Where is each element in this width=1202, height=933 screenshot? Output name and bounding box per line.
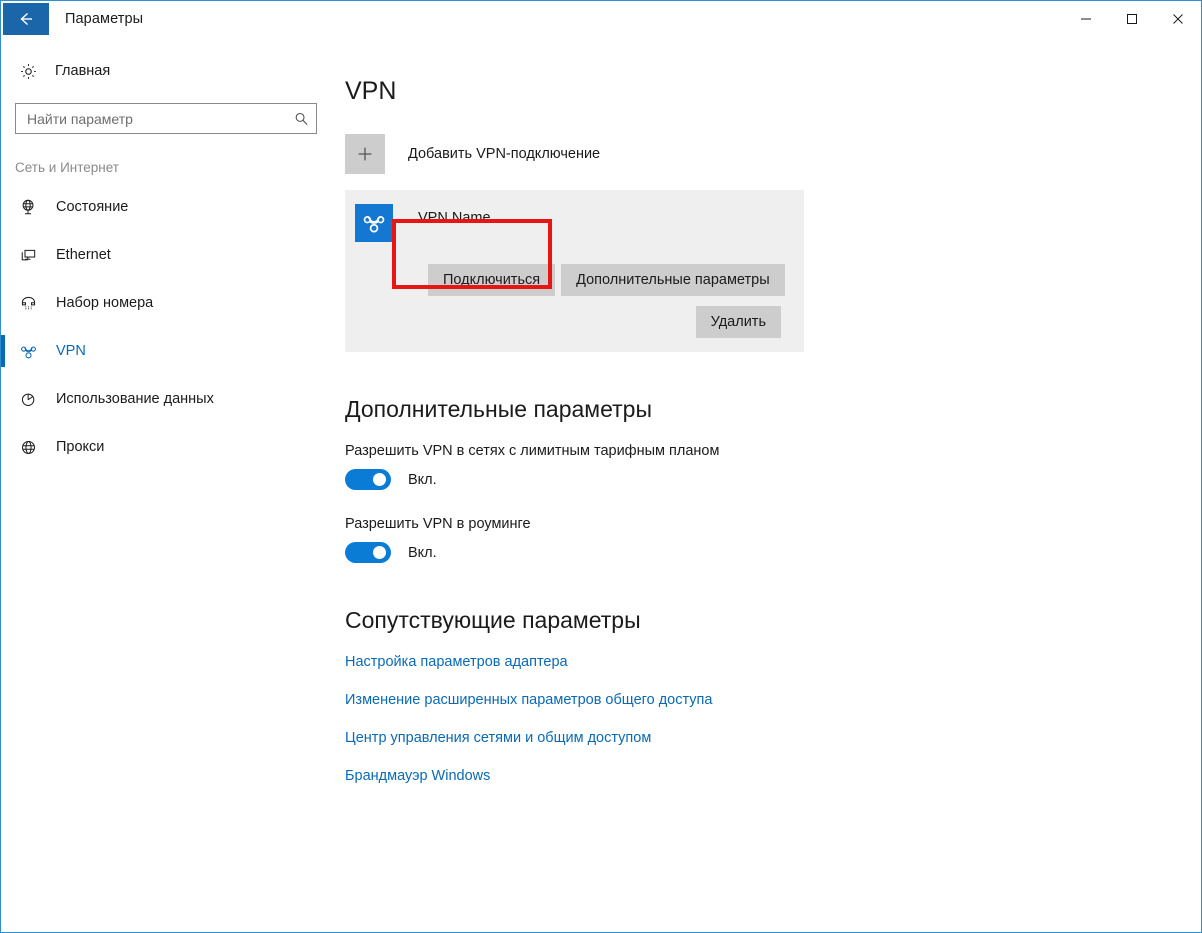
toggle-knob xyxy=(373,546,386,559)
add-vpn-connection-button[interactable]: Добавить VPN-подключение xyxy=(345,134,805,174)
globe-stand-icon xyxy=(19,198,49,217)
search-box[interactable] xyxy=(15,103,317,134)
main-content: VPN Добавить VPN-подключение VPN Name По… xyxy=(335,37,1201,932)
delete-button[interactable]: Удалить xyxy=(695,306,781,338)
globe-icon xyxy=(19,438,49,457)
sidebar: Главная Сеть и Интернет xyxy=(1,37,335,932)
add-vpn-connection-label: Добавить VPN-подключение xyxy=(408,146,601,162)
sidebar-group-title: Сеть и Интернет xyxy=(15,160,119,175)
metered-toggle[interactable] xyxy=(345,469,391,490)
page-title: VPN xyxy=(345,77,397,105)
related-section-title: Сопутствующие параметры xyxy=(345,607,641,633)
window-controls xyxy=(1063,1,1201,37)
roaming-toggle-state: Вкл. xyxy=(408,544,437,561)
sidebar-item-data-usage[interactable]: Использование данных xyxy=(1,375,335,423)
sidebar-item-status-label: Состояние xyxy=(56,199,129,215)
sidebar-item-ethernet-label: Ethernet xyxy=(56,247,111,263)
sidebar-item-vpn-label: VPN xyxy=(56,343,86,359)
vpn-card-actions: Подключиться Дополнительные параметры xyxy=(355,264,792,296)
roaming-setting-row: Вкл. xyxy=(345,542,1201,563)
link-network-sharing-center[interactable]: Центр управления сетями и общим доступом xyxy=(345,730,651,746)
plus-icon xyxy=(345,134,385,174)
link-adapter-settings[interactable]: Настройка параметров адаптера xyxy=(345,654,568,670)
metered-toggle-state: Вкл. xyxy=(408,471,437,488)
vpn-connection-name: VPN Name xyxy=(418,210,491,226)
sidebar-item-status[interactable]: Состояние xyxy=(1,183,335,231)
sidebar-item-data-usage-label: Использование данных xyxy=(56,391,214,407)
settings-window: Параметры Главная Найти параметр Сеть и … xyxy=(0,0,1202,933)
connect-button[interactable]: Подключиться xyxy=(428,264,556,296)
sidebar-item-vpn[interactable]: VPN xyxy=(1,327,335,375)
toggle-knob xyxy=(373,473,386,486)
maximize-icon xyxy=(1127,14,1137,24)
advanced-section-title: Дополнительные параметры xyxy=(345,396,652,422)
roaming-setting-label: Разрешить VPN в роуминге xyxy=(345,516,531,532)
advanced-options-button[interactable]: Дополнительные параметры xyxy=(561,264,785,296)
sidebar-item-ethernet[interactable]: Ethernet xyxy=(1,231,335,279)
close-icon xyxy=(1173,14,1183,24)
minimize-button[interactable] xyxy=(1063,1,1109,37)
sidebar-item-proxy-label: Прокси xyxy=(56,439,105,455)
title-bar: Параметры xyxy=(1,1,1201,37)
metered-setting-row: Вкл. xyxy=(345,469,1201,490)
sidebar-item-home-label: Главная xyxy=(55,63,111,79)
sidebar-item-proxy[interactable]: Прокси xyxy=(1,423,335,471)
close-button[interactable] xyxy=(1155,1,1201,37)
vpn-knot-icon xyxy=(355,204,393,242)
link-sharing-settings[interactable]: Изменение расширенных параметров общего … xyxy=(345,692,712,708)
metered-setting-label: Разрешить VPN в сетях с лимитным тарифны… xyxy=(345,443,720,459)
search-container xyxy=(1,93,335,134)
link-windows-firewall[interactable]: Брандмауэр Windows xyxy=(345,768,490,784)
window-title: Параметры xyxy=(65,11,144,27)
back-arrow-icon xyxy=(20,12,32,26)
sidebar-item-dialup-label: Набор номера xyxy=(56,295,154,311)
vpn-card-actions-secondary: Удалить xyxy=(355,306,792,338)
search-icon[interactable] xyxy=(294,111,309,126)
sidebar-item-home[interactable]: Главная xyxy=(1,49,335,93)
minimize-icon xyxy=(1081,18,1091,20)
vpn-knot-icon xyxy=(19,342,49,361)
window-body: Главная Сеть и Интернет xyxy=(1,37,1201,932)
pie-chart-icon xyxy=(19,390,49,409)
telephone-icon xyxy=(19,294,49,313)
roaming-toggle[interactable] xyxy=(345,542,391,563)
sidebar-item-dialup[interactable]: Набор номера xyxy=(1,279,335,327)
maximize-button[interactable] xyxy=(1109,1,1155,37)
back-button[interactable] xyxy=(3,3,49,35)
ethernet-monitor-icon xyxy=(19,246,49,265)
vpn-connection-card[interactable]: VPN Name Подключиться Дополнительные пар… xyxy=(345,190,804,352)
search-input[interactable] xyxy=(16,104,316,133)
gear-icon xyxy=(19,62,49,81)
vpn-card-header: VPN Name xyxy=(355,204,792,242)
